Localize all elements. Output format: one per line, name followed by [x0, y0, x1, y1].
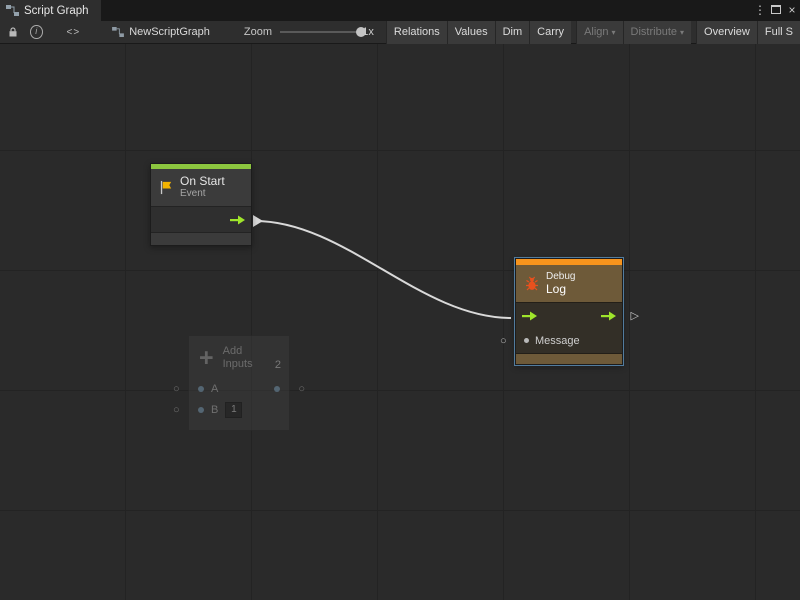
connection-onstart-to-log: [255, 221, 511, 318]
control-input-port[interactable]: [522, 311, 537, 321]
node-title-line2: Inputs: [223, 358, 253, 371]
connection-start-arrow: [253, 215, 263, 227]
message-port-label: Message: [535, 335, 580, 347]
zoom-label: Zoom: [244, 26, 272, 38]
control-output-port[interactable]: [601, 311, 616, 321]
node-add-inputs-ghost[interactable]: + Add Inputs 2 ○ A ○ ○ B 1: [188, 335, 290, 431]
toolbar-buttons: Relations Values Dim Carry Align ▾ Distr…: [386, 21, 800, 44]
input-row-a: ○ A ○: [189, 378, 289, 399]
zoom-slider[interactable]: [280, 26, 357, 38]
zoom-slider-track[interactable]: [280, 31, 357, 33]
message-value-dot-icon: [524, 338, 529, 343]
node-header[interactable]: Debug Log: [516, 265, 622, 302]
node-header[interactable]: + Add Inputs 2: [189, 336, 289, 378]
lock-glyph: [8, 27, 18, 38]
input-b-label: B: [211, 404, 218, 416]
node-title: Log: [546, 283, 575, 296]
align-label: Align: [584, 26, 608, 38]
fullscreen-label: Full S: [765, 26, 793, 38]
output-a-port-icon[interactable]: ○: [298, 383, 305, 395]
distribute-label: Distribute: [631, 26, 677, 38]
values-button[interactable]: Values: [447, 21, 495, 44]
relations-label: Relations: [394, 26, 440, 38]
relations-button[interactable]: Relations: [386, 21, 447, 44]
edit-code-icon[interactable]: <>: [67, 27, 81, 38]
graph-canvas[interactable]: On Start Event Debug Log: [0, 44, 800, 600]
input-a-dot-icon: [198, 386, 204, 392]
zoom-slider-handle[interactable]: [356, 27, 366, 37]
fullscreen-button[interactable]: Full S: [757, 21, 800, 44]
align-button[interactable]: Align ▾: [576, 21, 622, 44]
message-input-port-icon[interactable]: ○: [500, 335, 507, 347]
node-title: On Start: [180, 175, 225, 188]
graph-breadcrumb[interactable]: NewScriptGraph: [112, 26, 210, 38]
distribute-button[interactable]: Distribute ▾: [623, 21, 691, 44]
carry-label: Carry: [537, 26, 564, 38]
input-b-value-field[interactable]: 1: [225, 402, 242, 418]
flag-icon: [159, 180, 174, 195]
maximize-glyph: [771, 5, 781, 14]
window-controls: ⋮ ×: [752, 0, 800, 21]
overview-button[interactable]: Overview: [696, 21, 757, 44]
info-icon[interactable]: i: [30, 25, 43, 39]
input-a-port-icon[interactable]: ○: [173, 383, 180, 395]
carry-button[interactable]: Carry: [529, 21, 571, 44]
close-icon[interactable]: ×: [784, 0, 800, 21]
node-subtitle: Event: [180, 188, 225, 200]
output-a-dot-icon: [274, 386, 280, 392]
graph-name: NewScriptGraph: [129, 26, 210, 38]
connection-wires: [0, 44, 800, 600]
bug-icon: [524, 276, 540, 292]
values-label: Values: [455, 26, 488, 38]
input-row-b: ○ B 1: [189, 399, 289, 420]
input-b-port-icon[interactable]: ○: [173, 404, 180, 416]
overview-label: Overview: [704, 26, 750, 38]
control-port-row: [151, 206, 251, 232]
node-footer: [151, 232, 251, 245]
graph-asset-icon: [112, 27, 124, 37]
control-output-marker-icon[interactable]: ▷: [631, 309, 639, 322]
node-footer: [516, 353, 622, 364]
tab-script-graph[interactable]: Script Graph: [0, 0, 101, 21]
control-port-row: ▷: [516, 302, 622, 328]
graph-toolbar: i <> NewScriptGraph Zoom 1x Relations Va…: [0, 21, 800, 44]
title-bar: Script Graph ⋮ ×: [0, 0, 800, 21]
menu-icon[interactable]: ⋮: [752, 0, 768, 21]
maximize-icon[interactable]: [768, 0, 784, 21]
dim-label: Dim: [503, 26, 523, 38]
control-output-port[interactable]: [230, 215, 245, 225]
tab-title: Script Graph: [24, 5, 89, 17]
caret-down-icon: ▾: [612, 28, 616, 37]
dim-button[interactable]: Dim: [495, 21, 530, 44]
lock-icon[interactable]: [8, 27, 18, 38]
node-header[interactable]: On Start Event: [151, 169, 251, 206]
node-title-line1: Add: [223, 345, 253, 358]
caret-down-icon: ▾: [680, 28, 684, 37]
node-debug-log[interactable]: Debug Log ▷ ○ Message: [515, 258, 623, 365]
inputs-count[interactable]: 2: [275, 359, 281, 371]
input-a-label: A: [211, 383, 218, 395]
node-on-start[interactable]: On Start Event: [150, 163, 252, 246]
script-graph-icon: [6, 5, 19, 16]
message-port-row: ○ Message: [516, 328, 622, 353]
plus-icon: +: [199, 348, 214, 368]
input-b-dot-icon: [198, 407, 204, 413]
